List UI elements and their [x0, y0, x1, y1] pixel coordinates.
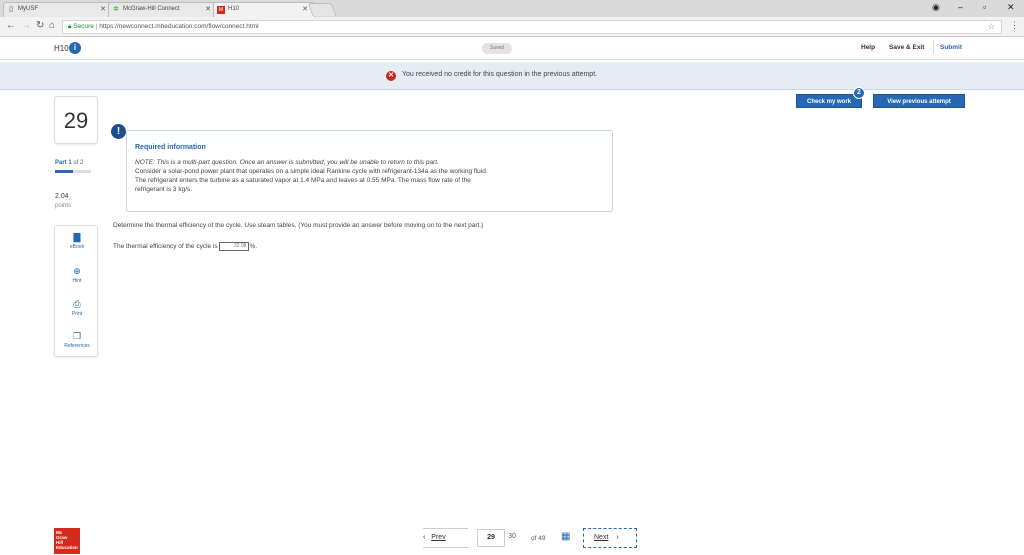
mcgraw-hill-logo: Mc Graw Hill Education [54, 528, 80, 554]
question-instruction: Determine the thermal efficiency of the … [113, 222, 484, 229]
submit-link[interactable]: Submit [940, 44, 962, 51]
header-divider [933, 40, 934, 54]
assignment-title: H10 [54, 44, 69, 53]
assignment-header: H10 i Saved Help Save & Exit Submit [0, 38, 1024, 60]
saved-badge: Saved [482, 43, 512, 54]
next-page-number[interactable]: 30 [501, 529, 523, 547]
chevron-right-icon: › [616, 534, 619, 541]
close-window-icon[interactable]: ✕ [1007, 2, 1015, 13]
answer-prefix: The thermal efficiency of the cycle is [113, 243, 218, 251]
close-tab-icon[interactable]: ✕ [205, 3, 211, 16]
ebook-button[interactable]: ▇ eBook [55, 232, 99, 250]
address-bar: ← → ↻ ⌂ 🔒︎ Secure | https://newconnect.m… [0, 17, 1024, 37]
print-icon: ⎙ [73, 299, 81, 309]
check-my-work-label: Check my work [806, 99, 852, 105]
page-icon: ▯ [9, 6, 13, 13]
close-tab-icon[interactable]: ✕ [100, 3, 106, 16]
back-icon[interactable]: ← [6, 20, 16, 31]
info-heading: Required information [135, 144, 206, 151]
url-text: https://newconnect.mheducation.com/flow/… [99, 23, 259, 30]
question-number: 29 [54, 96, 98, 144]
home-icon[interactable]: ⌂ [49, 20, 55, 31]
check-my-work-button[interactable]: Check my work [796, 94, 862, 108]
view-previous-attempt-label: View previous attempt [887, 99, 951, 105]
browser-tab-connect[interactable]: ✲ McGraw-Hill Connect ✕ [108, 2, 218, 17]
browser-tab-myusf[interactable]: ▯ MyUSF ✕ [3, 2, 113, 17]
url-input[interactable]: 🔒︎ Secure | https://newconnect.mheducati… [62, 20, 1002, 34]
print-button[interactable]: ⎙ Print [55, 299, 99, 317]
ebook-label: eBook [69, 244, 85, 250]
lock-icon: 🔒︎ [68, 23, 72, 30]
browser-tab-bar: ▯ MyUSF ✕ ✲ McGraw-Hill Connect ✕ M H10 … [0, 0, 1024, 17]
part-label: Part 1 of 2 [55, 160, 83, 166]
hint-label: Hint [72, 278, 82, 284]
info-icon[interactable]: i [69, 42, 81, 54]
tools-panel: ▇ eBook ⊕ Hint ⎙ Print ❐ References [54, 225, 98, 357]
points-value: 2.04 [55, 193, 69, 200]
mcgraw-hill-icon: M [217, 6, 225, 14]
tab-label: MyUSF [18, 6, 38, 12]
prev-label: Prev [431, 534, 446, 541]
part-progress-bar [55, 170, 91, 173]
previous-attempt-banner: ✕ You received no credit for this questi… [0, 62, 1024, 90]
maximize-icon[interactable]: ▫ [983, 2, 986, 12]
bookmark-star-icon[interactable]: ☆ [988, 21, 995, 33]
profile-icon[interactable]: ◉ [932, 2, 940, 13]
minimize-icon[interactable]: – [958, 2, 963, 12]
chevron-left-icon: ‹ [423, 534, 426, 541]
info-line-1: Consider a solar-pond power plant that o… [135, 168, 488, 175]
references-button[interactable]: ❐ References [55, 331, 99, 349]
banner-message: You received no credit for this question… [402, 71, 598, 78]
tab-label: McGraw-Hill Connect [123, 6, 180, 12]
part-progress-fill [55, 170, 73, 173]
next-button[interactable]: Next › [583, 528, 637, 548]
print-label: Print [71, 311, 83, 317]
help-link[interactable]: Help [861, 44, 875, 51]
info-note: NOTE: This is a multi-part question. Onc… [135, 159, 439, 166]
tab-label: H10 [228, 6, 240, 12]
info-line-2: The refrigerant enters the turbine as a … [135, 177, 471, 184]
forward-icon[interactable]: → [21, 20, 31, 31]
answer-suffix: %. [249, 243, 258, 251]
grid-view-icon[interactable]: ▦ [561, 531, 570, 542]
bottom-bar: Mc Graw Hill Education ‹ Prev 29 30 of 49 ▦… [0, 522, 1024, 555]
part-label-current: Part 1 [55, 160, 72, 166]
prev-button[interactable]: ‹ Prev [423, 528, 468, 548]
points-label: points [55, 203, 72, 209]
save-exit-link[interactable]: Save & Exit [889, 44, 924, 51]
page-total: of 49 [531, 535, 546, 542]
error-icon: ✕ [386, 71, 396, 81]
secure-label: Secure [73, 23, 94, 30]
required-information-box: Required information NOTE: This is a mul… [126, 130, 613, 212]
attempts-badge: 2 [853, 87, 865, 99]
references-icon: ❐ [72, 331, 82, 341]
close-tab-icon[interactable]: ✕ [302, 3, 308, 16]
part-label-total: of 2 [73, 160, 84, 166]
answer-input[interactable]: 32.08 [219, 242, 250, 251]
view-previous-attempt-button[interactable]: View previous attempt [873, 94, 965, 108]
next-label: Next [594, 534, 609, 541]
hint-icon: ⊕ [73, 266, 81, 276]
alert-icon: ! [111, 124, 126, 139]
book-icon: ▇ [73, 232, 81, 242]
browser-tab-h10[interactable]: M H10 ✕ [213, 2, 315, 17]
references-label: References [64, 343, 90, 349]
new-tab-button[interactable] [307, 3, 337, 16]
reload-icon[interactable]: ↻ [36, 20, 44, 31]
info-line-3: refrigerant is 3 kg/s. [135, 186, 193, 193]
browser-menu-icon[interactable]: ⋮ [1010, 20, 1019, 31]
answer-line: The thermal efficiency of the cycle is 3… [113, 242, 257, 251]
connect-icon: ✲ [113, 6, 119, 13]
hint-button[interactable]: ⊕ Hint [55, 266, 99, 284]
